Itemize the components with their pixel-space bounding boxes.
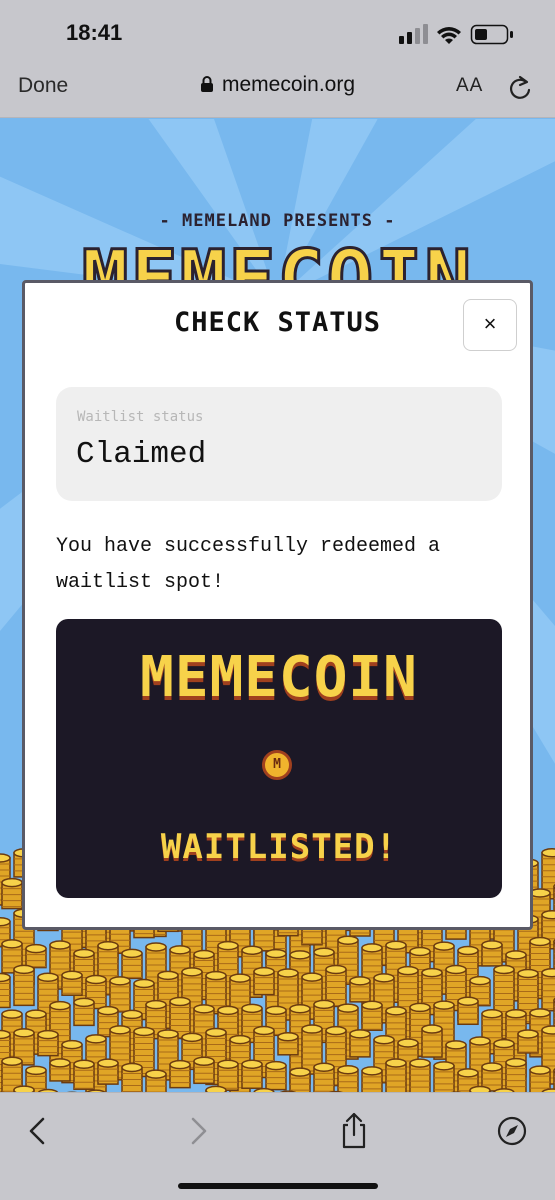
card-subtitle: WAITLISTED!	[160, 827, 398, 867]
battery-icon	[470, 24, 513, 45]
url-text: memecoin.org	[221, 73, 356, 96]
modal-title: CHECK STATUS	[173, 307, 382, 338]
text-size-button[interactable]: AA	[456, 75, 483, 97]
waitlist-status-field: Waitlist status Claimed	[56, 387, 502, 501]
waitlist-status-label: Waitlist status	[77, 409, 204, 425]
check-status-modal: CHECK STATUS × Waitlist status Claimed Y…	[22, 280, 533, 930]
card-title: MEMECOIN	[140, 645, 418, 710]
forward-icon[interactable]	[176, 1111, 220, 1151]
compass-icon[interactable]	[490, 1111, 534, 1151]
status-time: 18:41	[66, 20, 123, 45]
close-button[interactable]: ×	[463, 299, 517, 351]
close-icon: ×	[483, 311, 497, 336]
status-icons	[399, 22, 515, 46]
waitlist-status-value: Claimed	[76, 437, 207, 472]
back-icon[interactable]	[16, 1111, 60, 1151]
lock-icon	[200, 75, 214, 99]
status-message: You have successfully redeemed a waitlis…	[56, 535, 441, 594]
signal-icon	[399, 24, 428, 44]
coin-icon: M	[262, 750, 292, 780]
home-indicator	[178, 1183, 378, 1189]
status-bar: 18:41	[0, 0, 555, 62]
browser-address-bar: Done memecoin.org AA	[0, 62, 555, 118]
wifi-icon	[437, 27, 461, 44]
hero-presents-text: - MEMELAND PRESENTS -	[159, 211, 396, 231]
reload-icon[interactable]	[506, 73, 534, 108]
waitlisted-card: MEMECOIN M WAITLISTED!	[56, 619, 502, 898]
share-icon[interactable]	[332, 1111, 376, 1151]
